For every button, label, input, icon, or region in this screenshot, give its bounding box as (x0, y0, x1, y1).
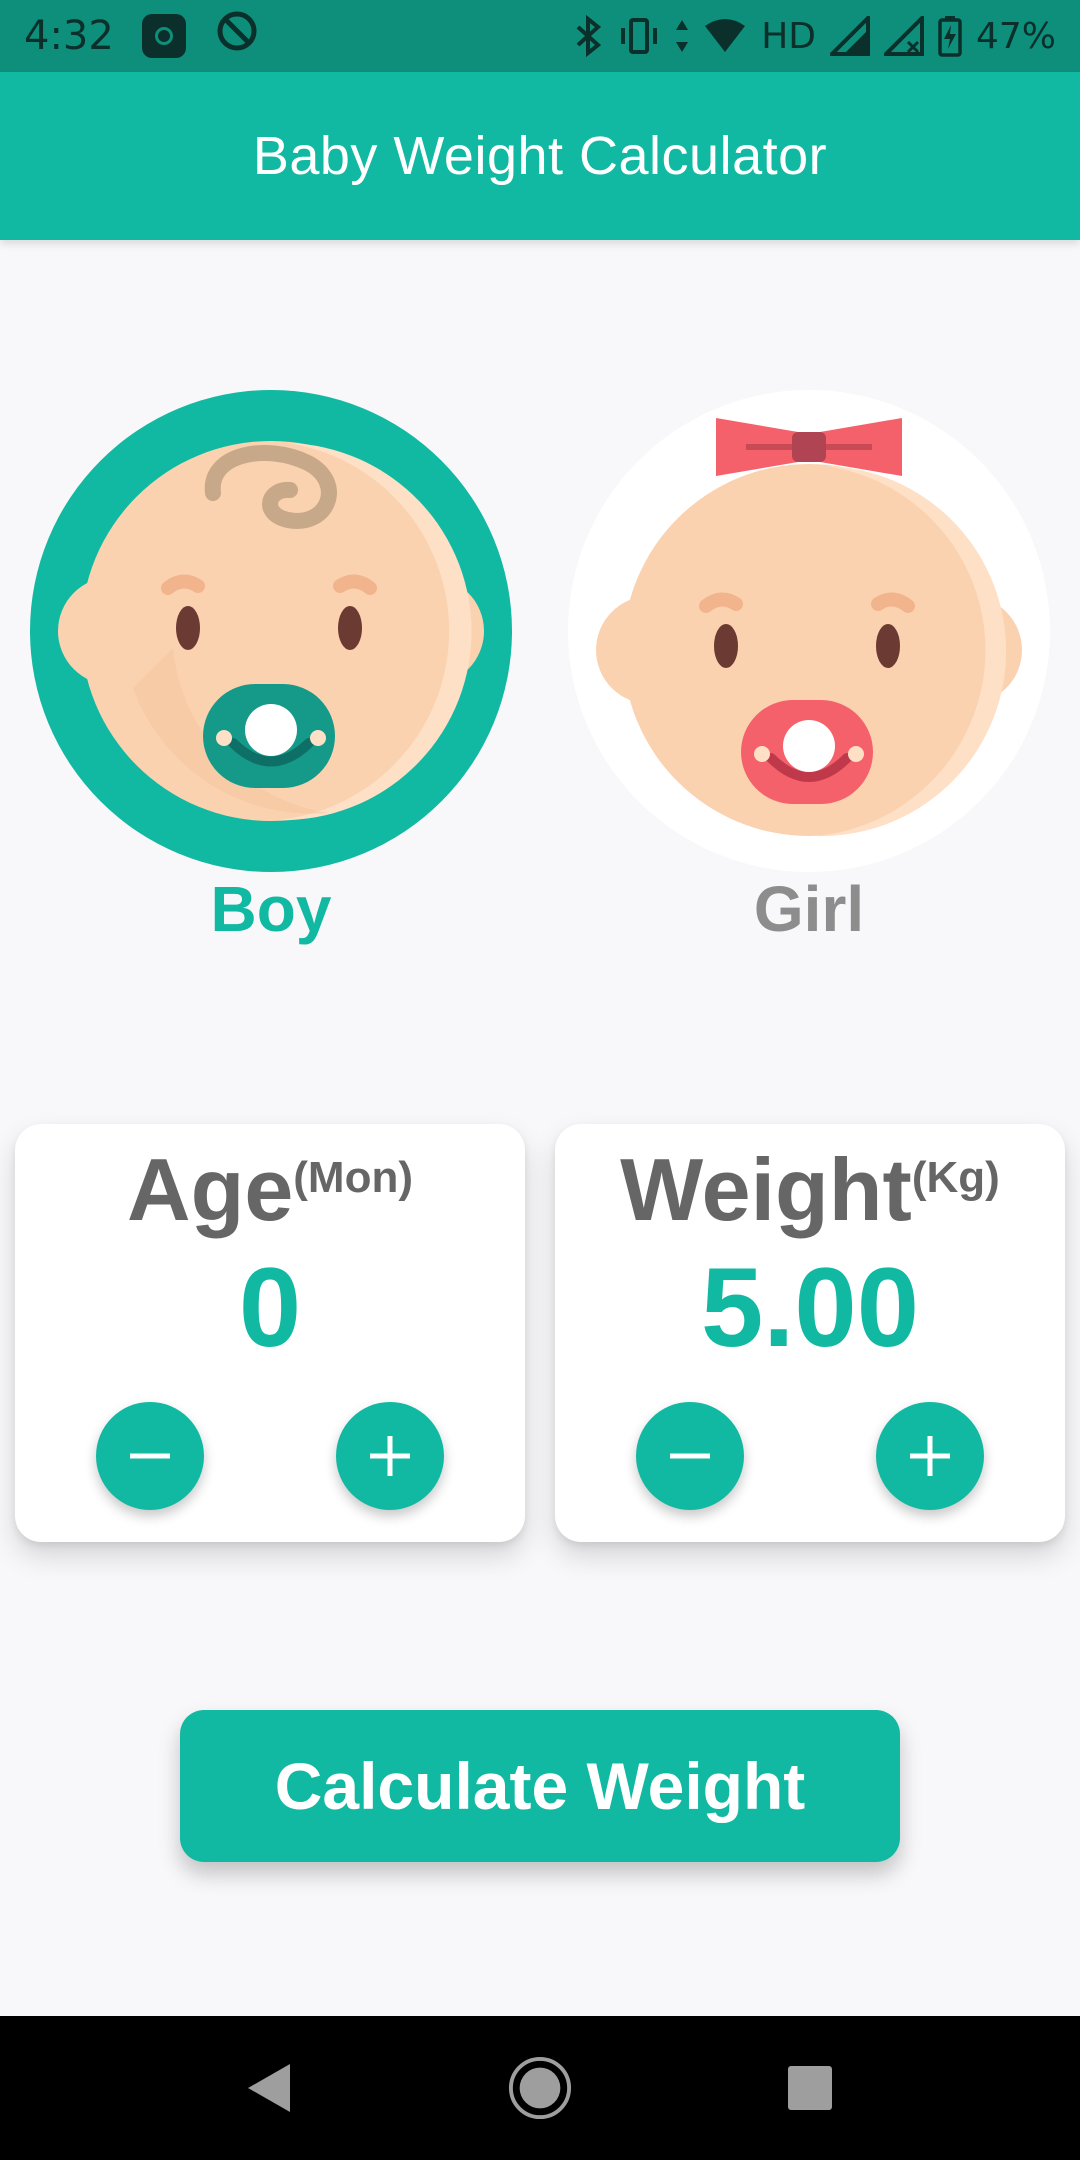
weight-card: Weight(Kg) 5.00 (555, 1124, 1065, 1542)
plus-icon (910, 1436, 950, 1476)
plus-icon (370, 1436, 410, 1476)
navigation-bar (0, 2016, 1080, 2160)
app-title: Baby Weight Calculator (252, 126, 828, 186)
home-icon[interactable] (508, 2056, 572, 2120)
minus-icon (130, 1453, 170, 1459)
battery-charging-icon (938, 15, 962, 57)
weight-title: Weight(Kg) (555, 1146, 1065, 1234)
age-stepper (15, 1402, 525, 1512)
weight-value: 5.00 (701, 1245, 919, 1370)
signal-no-icon (883, 16, 924, 56)
weight-decrement-button[interactable] (636, 1402, 744, 1510)
age-title: Age(Mon) (15, 1146, 525, 1234)
sync-off-icon (214, 8, 260, 64)
app-bar: Baby Weight Calculator (0, 72, 1080, 240)
calculate-weight-button[interactable]: Calculate Weight (180, 1710, 900, 1862)
age-decrement-button[interactable] (96, 1402, 204, 1510)
mi-icon (141, 14, 186, 58)
vibrate-icon (617, 16, 661, 56)
battery-level: 47% (975, 15, 1056, 57)
status-bar: 4:32 HD 47% (0, 0, 1080, 72)
weight-title-text: Weight (620, 1140, 912, 1239)
network-type: HD (761, 15, 816, 57)
status-left: 4:32 (24, 8, 260, 64)
status-right: HD 47% (573, 15, 1056, 57)
age-title-text: Age (127, 1140, 294, 1239)
gender-option-girl[interactable]: Girl (566, 388, 1052, 944)
status-time: 4:32 (24, 13, 114, 59)
weight-unit: (Kg) (911, 1153, 1000, 1202)
weight-increment-button[interactable] (876, 1402, 984, 1510)
bluetooth-icon (573, 15, 603, 57)
age-unit: (Mon) (293, 1153, 413, 1202)
boy-label: Boy (210, 873, 332, 945)
boy-avatar-icon (30, 390, 512, 872)
back-icon[interactable] (236, 2056, 300, 2120)
wifi-icon (703, 18, 747, 54)
recent-apps-icon[interactable] (778, 2056, 842, 2120)
gender-option-boy[interactable]: Boy (28, 388, 514, 944)
minus-icon (670, 1453, 710, 1459)
age-increment-button[interactable] (336, 1402, 444, 1510)
data-arrows-icon (675, 16, 689, 56)
signal-icon (829, 16, 870, 56)
girl-label: Girl (753, 873, 865, 945)
age-value: 0 (238, 1245, 302, 1370)
weight-stepper (555, 1402, 1065, 1512)
age-card: Age(Mon) 0 (15, 1124, 525, 1542)
girl-avatar-icon (568, 390, 1050, 872)
